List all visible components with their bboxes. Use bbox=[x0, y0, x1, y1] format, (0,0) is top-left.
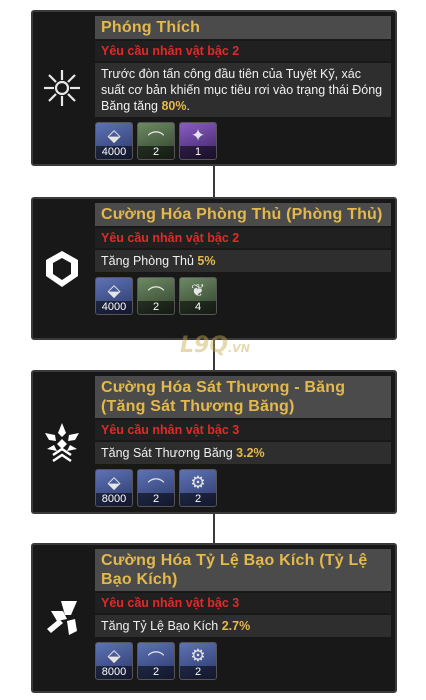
purple-orb-icon: ✦ bbox=[190, 126, 206, 145]
material-slot[interactable]: ⌒ 2 bbox=[137, 277, 175, 315]
skill-value: 80% bbox=[161, 99, 187, 113]
material-slot[interactable]: ⬙ 4000 bbox=[95, 277, 133, 315]
crystal-blade-icon: ⬙ bbox=[107, 281, 121, 300]
skill-description: Tăng Tỷ Lệ Bạo Kích 2.7% bbox=[95, 615, 391, 637]
crit-strike-icon bbox=[47, 601, 77, 635]
skill-title: Cường Hóa Sát Thương - Băng (Tăng Sát Th… bbox=[95, 376, 391, 418]
material-slot[interactable]: ❦ 4 bbox=[179, 277, 217, 315]
snowflake-burst-icon bbox=[44, 70, 80, 106]
skill-card-1[interactable]: Phóng Thích Yêu cầu nhân vật bậc 2 Trước… bbox=[31, 10, 397, 166]
skill-requirement: Yêu cầu nhân vật bậc 2 bbox=[95, 41, 391, 61]
tree-connector bbox=[213, 165, 215, 197]
material-count: 2 bbox=[138, 493, 174, 506]
tree-connector bbox=[213, 513, 215, 543]
material-slot[interactable]: ⬙ 4000 bbox=[95, 122, 133, 160]
material-slot[interactable]: ⚙ 2 bbox=[179, 642, 217, 680]
ice-damage-icon bbox=[45, 423, 79, 463]
material-count: 8000 bbox=[96, 493, 132, 506]
skill-requirement: Yêu cầu nhân vật bậc 3 bbox=[95, 420, 391, 440]
material-slot[interactable]: ⌒ 2 bbox=[137, 122, 175, 160]
material-list: ⬙ 8000 ⌒ 2 ⚙ 2 bbox=[95, 642, 391, 680]
material-count: 2 bbox=[180, 666, 216, 679]
material-count: 2 bbox=[138, 666, 174, 679]
material-slot[interactable]: ⚙ 2 bbox=[179, 469, 217, 507]
shield-icon bbox=[46, 250, 78, 287]
leaf-material-icon: ❦ bbox=[190, 281, 206, 300]
gear-material-icon: ⚙ bbox=[190, 473, 206, 492]
material-list: ⬙ 4000 ⌒ 2 ❦ 4 bbox=[95, 277, 391, 315]
crystal-blade-icon: ⬙ bbox=[107, 126, 121, 145]
skill-title: Cường Hóa Tỷ Lệ Bạo Kích (Tỷ Lệ Bạo Kích… bbox=[95, 549, 391, 591]
crystal-blade-icon: ⬙ bbox=[107, 473, 121, 492]
material-count: 2 bbox=[138, 146, 174, 159]
material-slot[interactable]: ✦ 1 bbox=[179, 122, 217, 160]
material-count: 2 bbox=[180, 493, 216, 506]
skill-icon-slot bbox=[33, 372, 91, 512]
material-count: 4000 bbox=[96, 301, 132, 314]
skill-card-2[interactable]: Cường Hóa Phòng Thủ (Phòng Thủ) Yêu cầu … bbox=[31, 197, 397, 340]
skill-title: Cường Hóa Phòng Thủ (Phòng Thủ) bbox=[95, 203, 391, 226]
material-list: ⬙ 8000 ⌒ 2 ⚙ 2 bbox=[95, 469, 391, 507]
material-slot[interactable]: ⬙ 8000 bbox=[95, 642, 133, 680]
site-watermark: L9Q.VN bbox=[180, 333, 250, 358]
skill-icon-slot bbox=[33, 199, 91, 338]
skill-value: 2.7% bbox=[221, 619, 251, 633]
material-count: 4 bbox=[180, 301, 216, 314]
skill-icon-slot bbox=[33, 12, 91, 164]
material-slot[interactable]: ⌒ 2 bbox=[137, 469, 175, 507]
skill-card-4[interactable]: Cường Hóa Tỷ Lệ Bạo Kích (Tỷ Lệ Bạo Kích… bbox=[31, 543, 397, 693]
skill-value: 3.2% bbox=[236, 446, 265, 460]
crystal-blade-icon: ⬙ bbox=[107, 646, 121, 665]
skill-description: Tăng Phòng Thủ 5% bbox=[95, 250, 391, 272]
material-list: ⬙ 4000 ⌒ 2 ✦ 1 bbox=[95, 122, 391, 160]
material-count: 1 bbox=[180, 146, 216, 159]
skill-card-3[interactable]: Cường Hóa Sát Thương - Băng (Tăng Sát Th… bbox=[31, 370, 397, 514]
skill-description: Trước đòn tấn công đầu tiên của Tuyệt Kỹ… bbox=[95, 63, 391, 117]
material-count: 4000 bbox=[96, 146, 132, 159]
material-slot[interactable]: ⬙ 8000 bbox=[95, 469, 133, 507]
skill-value: 5% bbox=[197, 254, 216, 268]
skill-requirement: Yêu cầu nhân vật bậc 3 bbox=[95, 593, 391, 613]
material-count: 2 bbox=[138, 301, 174, 314]
skill-title: Phóng Thích bbox=[95, 16, 391, 39]
material-count: 8000 bbox=[96, 666, 132, 679]
skill-icon-slot bbox=[33, 545, 91, 691]
skill-requirement: Yêu cầu nhân vật bậc 2 bbox=[95, 228, 391, 248]
material-slot[interactable]: ⌒ 2 bbox=[137, 642, 175, 680]
skill-description: Tăng Sát Thương Băng 3.2% bbox=[95, 442, 391, 464]
gear-material-icon: ⚙ bbox=[190, 646, 206, 665]
